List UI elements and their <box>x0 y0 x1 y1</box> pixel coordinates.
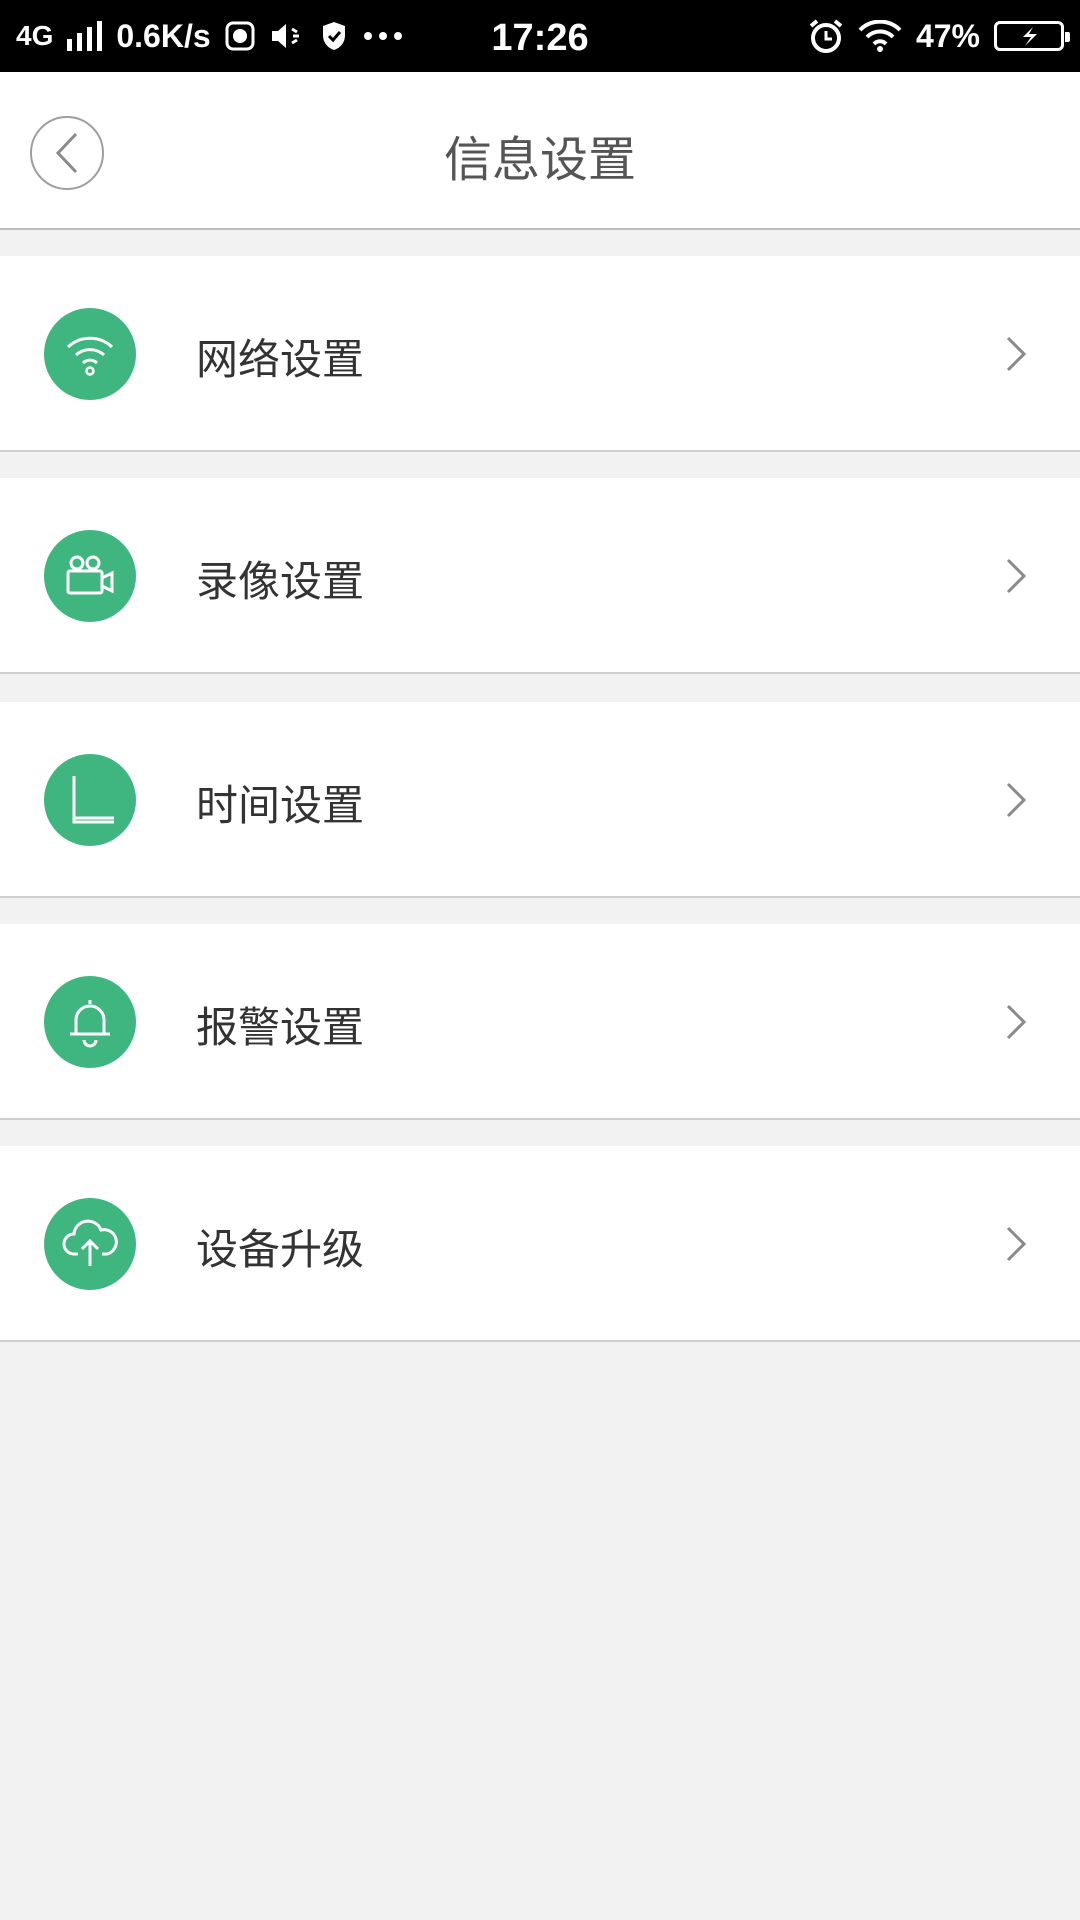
alarm-clock-icon <box>808 19 844 53</box>
wifi-icon <box>44 308 136 400</box>
battery-charging-icon <box>994 21 1070 51</box>
menu-item-label: 录像设置 <box>196 557 365 606</box>
menu-item-recording-settings[interactable]: 录像设置 <box>0 478 1080 674</box>
menu-item-label: 报警设置 <box>196 1003 365 1052</box>
more-notifications-icon <box>363 31 403 41</box>
speaker-vibrate-icon <box>269 21 305 51</box>
menu-item-label: 时间设置 <box>196 781 365 830</box>
menu-item-device-upgrade[interactable]: 设备升级 <box>0 1146 1080 1342</box>
cloud-upload-icon <box>44 1198 136 1290</box>
chevron-right-icon <box>1006 1226 1027 1262</box>
battery-percentage: 47% <box>915 17 980 54</box>
app-notification-icon <box>225 21 255 51</box>
chevron-right-icon <box>1006 1004 1027 1040</box>
status-bar: 4G 0.6K/s 17:26 47% <box>0 0 1080 72</box>
chevron-right-icon <box>1006 336 1027 372</box>
menu-item-label: 设备升级 <box>196 1225 365 1274</box>
menu-item-time-settings[interactable]: 时间设置 <box>0 702 1080 898</box>
network-type: 4G <box>16 20 54 51</box>
shield-icon <box>319 20 349 52</box>
chevron-right-icon <box>1006 558 1027 594</box>
page-title: 信息设置 <box>443 132 636 188</box>
menu-item-label: 网络设置 <box>196 335 365 384</box>
signal-strength-icon <box>67 21 103 51</box>
video-camera-icon <box>44 530 136 622</box>
status-bar-right: 47% <box>808 0 1070 72</box>
header-bar: 信息设置 <box>0 72 1080 230</box>
status-bar-left: 4G 0.6K/s <box>16 0 403 72</box>
wifi-status-icon <box>858 20 902 52</box>
menu-item-network-settings[interactable]: 网络设置 <box>0 256 1080 452</box>
clock-icon <box>44 754 136 846</box>
chevron-right-icon <box>1006 782 1027 818</box>
network-speed: 0.6K/s <box>116 17 211 54</box>
bell-icon <box>44 976 136 1068</box>
menu-item-alarm-settings[interactable]: 报警设置 <box>0 924 1080 1120</box>
